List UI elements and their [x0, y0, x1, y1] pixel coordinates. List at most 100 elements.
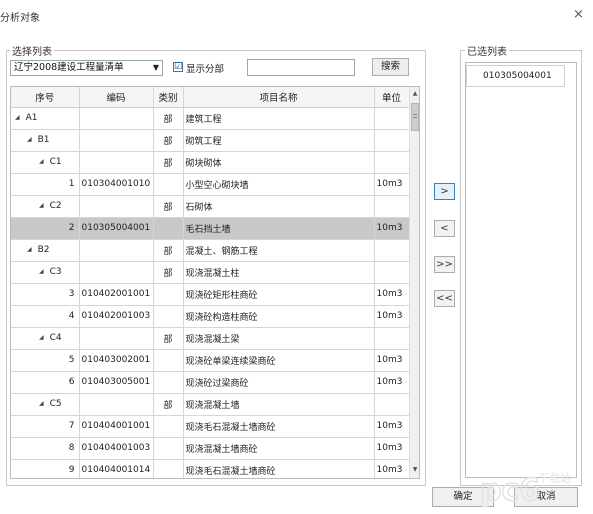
table-row[interactable]: ◢ C5 部现浇混凝土墙	[11, 393, 410, 416]
cell-code: 010404001001	[79, 415, 154, 438]
column-header-seq[interactable]: 序号	[11, 87, 80, 108]
cell-code	[79, 239, 154, 262]
table-row[interactable]: 2 010305004001 毛石挡土墙 10m3	[11, 217, 410, 240]
table-row[interactable]: 8 010404001003 现浇混凝土墙商砼 10m3	[11, 437, 410, 460]
cell-type: 部	[153, 239, 184, 262]
cell-type	[153, 415, 184, 438]
cell-type	[153, 437, 184, 460]
cell-type	[153, 371, 184, 394]
close-icon[interactable]: ×	[573, 7, 584, 22]
cell-code: 010305004001	[79, 217, 154, 240]
cell-type: 部	[153, 129, 184, 152]
table-row[interactable]: 9 010404001014 现浇毛石混凝土墙商砼 10m3	[11, 459, 410, 478]
selected-list-legend: 已选列表	[465, 43, 509, 58]
cell-code: 010403005001	[79, 371, 154, 394]
cell-name: 石砌体	[183, 195, 375, 218]
cell-seq: 6	[11, 371, 80, 394]
scrollbar-thumb[interactable]	[411, 103, 419, 131]
table-row[interactable]: 3 010402001001 现浇砼矩形柱商砼 10m3	[11, 283, 410, 306]
cell-code: 010304001010	[79, 173, 154, 196]
expand-toggle-icon[interactable]: ◢	[39, 334, 44, 341]
cell-unit: 10m3	[374, 437, 410, 460]
expand-toggle-icon[interactable]: ◢	[27, 246, 32, 253]
selected-list-item[interactable]: 010305004001	[466, 65, 565, 87]
cell-type: 部	[153, 261, 184, 284]
table-header-row: 序号 编码 类别 项目名称 单位	[11, 87, 410, 108]
cell-name: 现浇砼矩形柱商砼	[183, 283, 375, 306]
cell-type	[153, 173, 184, 196]
table-row[interactable]: ◢ A1 部建筑工程	[11, 107, 410, 130]
cell-seq: 8	[11, 437, 80, 460]
cell-code	[79, 151, 154, 174]
cell-unit: 10m3	[374, 283, 410, 306]
add-selected-button[interactable]: >	[434, 183, 455, 200]
cell-seq: ◢ C4	[11, 327, 80, 350]
cell-name: 混凝土、钢筋工程	[183, 239, 375, 262]
tree-node-label: C4	[49, 333, 62, 343]
cancel-button[interactable]: 取消	[514, 487, 578, 507]
table-row[interactable]: ◢ C4 部现浇混凝土梁	[11, 327, 410, 350]
remove-all-button[interactable]: <<	[434, 290, 455, 307]
grid-vertical-scrollbar[interactable]: ▲ ▼	[409, 87, 419, 478]
scroll-down-icon[interactable]: ▼	[410, 466, 419, 473]
cell-name: 小型空心砌块墙	[183, 173, 375, 196]
cell-name: 现浇毛石混凝土墙商砼	[183, 415, 375, 438]
cell-code	[79, 107, 154, 130]
cell-unit: 10m3	[374, 415, 410, 438]
table-row[interactable]: ◢ B2 部混凝土、钢筋工程	[11, 239, 410, 262]
cell-name: 现浇砼过梁商砼	[183, 371, 375, 394]
cell-seq: 2	[11, 217, 80, 240]
cell-seq: 3	[11, 283, 80, 306]
cell-type	[153, 459, 184, 478]
cell-name: 现浇砼构造柱商砼	[183, 305, 375, 328]
expand-toggle-icon[interactable]: ◢	[39, 202, 44, 209]
column-header-code[interactable]: 编码	[79, 87, 154, 108]
column-header-name[interactable]: 项目名称	[183, 87, 375, 108]
cell-unit: 10m3	[374, 217, 410, 240]
table-row[interactable]: 4 010402001003 现浇砼构造柱商砼 10m3	[11, 305, 410, 328]
table-row[interactable]: ◢ C2 部石砌体	[11, 195, 410, 218]
show-division-checkbox[interactable]: ☑	[173, 62, 183, 72]
cell-type	[153, 217, 184, 240]
search-button[interactable]: 搜索	[372, 58, 409, 76]
remove-selected-button[interactable]: <	[434, 220, 455, 237]
cell-unit: 10m3	[374, 173, 410, 196]
expand-toggle-icon[interactable]: ◢	[15, 114, 20, 121]
tree-node-label: B1	[37, 135, 50, 145]
cell-type	[153, 283, 184, 306]
cell-seq: ◢ C2	[11, 195, 80, 218]
cell-unit	[374, 129, 410, 152]
quota-library-combo[interactable]: 辽宁2008建设工程量清单 ▼	[10, 60, 163, 76]
table-row[interactable]: ◢ C3 部现浇混凝土柱	[11, 261, 410, 284]
cell-name: 建筑工程	[183, 107, 375, 130]
column-header-unit[interactable]: 单位	[374, 87, 410, 108]
add-all-button[interactable]: >>	[434, 256, 455, 273]
table-row[interactable]: 1 010304001010 小型空心砌块墙 10m3	[11, 173, 410, 196]
table-row[interactable]: 6 010403005001 现浇砼过梁商砼 10m3	[11, 371, 410, 394]
table-row[interactable]: ◢ B1 部砌筑工程	[11, 129, 410, 152]
item-table: 序号 编码 类别 项目名称 单位 ◢ A1 部建筑工程 ◢ B1 部砌筑工程 ◢ C1 部砌块砌…	[11, 87, 410, 478]
expand-toggle-icon[interactable]: ◢	[27, 136, 32, 143]
table-row[interactable]: ◢ C1 部砌块砌体	[11, 151, 410, 174]
cell-unit: 10m3	[374, 459, 410, 478]
expand-toggle-icon[interactable]: ◢	[39, 158, 44, 165]
table-row[interactable]: 7 010404001001 现浇毛石混凝土墙商砼 10m3	[11, 415, 410, 438]
expand-toggle-icon[interactable]: ◢	[39, 400, 44, 407]
cell-code	[79, 195, 154, 218]
cell-name: 毛石挡土墙	[183, 217, 375, 240]
cell-code: 010402001001	[79, 283, 154, 306]
cell-name: 现浇混凝土柱	[183, 261, 375, 284]
cell-seq: ◢ C3	[11, 261, 80, 284]
cell-code: 010404001014	[79, 459, 154, 478]
cell-type: 部	[153, 151, 184, 174]
ok-button[interactable]: 确定	[432, 487, 494, 507]
column-header-type[interactable]: 类别	[153, 87, 184, 108]
cell-unit	[374, 327, 410, 350]
scroll-up-icon[interactable]: ▲	[410, 90, 419, 97]
tree-node-label: C5	[49, 399, 62, 409]
cell-seq: 1	[11, 173, 80, 196]
search-input[interactable]	[247, 59, 355, 76]
table-row[interactable]: 5 010403002001 现浇砼单梁连续梁商砼 10m3	[11, 349, 410, 372]
expand-toggle-icon[interactable]: ◢	[39, 268, 44, 275]
selected-list: 010305004001	[465, 62, 577, 478]
